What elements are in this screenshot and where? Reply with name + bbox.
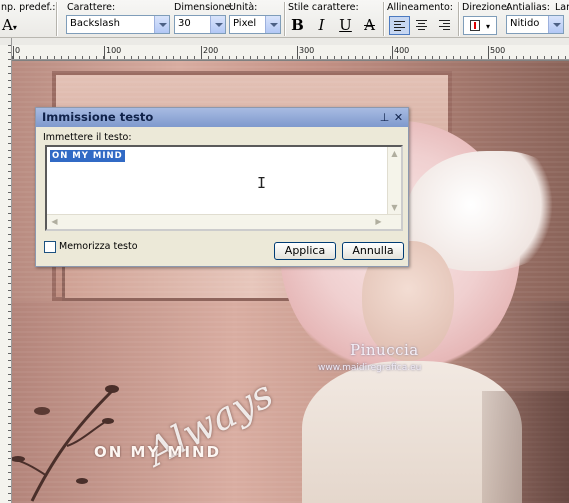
ruler-tick bbox=[392, 46, 393, 59]
font-style-label: Stile carattere: bbox=[288, 2, 359, 13]
italic-button[interactable]: I bbox=[311, 16, 332, 35]
watermark-name: Pinuccia bbox=[350, 341, 419, 359]
ruler-mark: 400 bbox=[394, 46, 410, 55]
toolbar-separator bbox=[284, 2, 286, 36]
truncated-label: Lar bbox=[555, 2, 569, 13]
remember-text-label: Memorizza testo bbox=[59, 241, 138, 252]
toolbar-bottom-strip bbox=[0, 38, 569, 45]
text-tool-icon[interactable]: A▾ bbox=[2, 16, 17, 34]
strikethrough-button[interactable]: A bbox=[359, 16, 380, 35]
background-shadow bbox=[482, 391, 569, 503]
font-select-value: Backslash bbox=[70, 18, 120, 29]
art-caption-text: ON MY MIND bbox=[94, 443, 222, 461]
antialias-label: Antialias: bbox=[506, 2, 550, 13]
ruler-mark: 0 bbox=[15, 46, 21, 55]
units-select[interactable]: Pixel bbox=[229, 15, 281, 34]
align-right-button[interactable] bbox=[435, 16, 456, 35]
pin-icon[interactable]: ⊥ bbox=[378, 111, 391, 124]
close-icon[interactable]: ✕ bbox=[392, 111, 405, 124]
chevron-down-icon[interactable] bbox=[210, 16, 225, 33]
bold-button[interactable]: B bbox=[287, 16, 308, 35]
alignment-label: Allineamento: bbox=[387, 2, 453, 13]
chevron-down-icon[interactable] bbox=[548, 16, 563, 33]
vertical-ruler bbox=[0, 45, 12, 503]
chevron-down-icon[interactable]: ▾ bbox=[486, 17, 490, 36]
text-toolbar: np. predef.: A▾ Carattere: Backslash Dim… bbox=[0, 0, 569, 38]
toolbar-separator bbox=[56, 2, 58, 36]
antialias-select[interactable]: Nitido bbox=[506, 15, 564, 34]
ruler-tick bbox=[488, 46, 489, 59]
ruler-mark: 100 bbox=[106, 46, 122, 55]
scroll-right-icon[interactable]: ▶ bbox=[372, 215, 385, 228]
underline-button[interactable]: U bbox=[335, 16, 356, 35]
watermark-url: www.maidiregrafica.eu bbox=[318, 363, 422, 373]
cancel-button[interactable]: Annulla bbox=[342, 242, 404, 260]
size-select-value: 30 bbox=[178, 18, 191, 29]
remember-text-checkbox[interactable] bbox=[44, 241, 56, 253]
font-select[interactable]: Backslash bbox=[66, 15, 170, 34]
ruler-tick bbox=[13, 46, 14, 59]
ruler-mark: 300 bbox=[299, 46, 315, 55]
antialias-select-value: Nitido bbox=[510, 18, 540, 29]
font-label: Carattere: bbox=[67, 2, 116, 13]
scroll-left-icon[interactable]: ◀ bbox=[48, 215, 61, 228]
chevron-down-icon[interactable] bbox=[154, 16, 169, 33]
align-center-button[interactable] bbox=[412, 16, 433, 35]
selected-text: ON MY MIND bbox=[50, 150, 125, 162]
ruler-mark: 200 bbox=[203, 46, 219, 55]
dialog-title-bar[interactable]: Immissione testo bbox=[36, 108, 408, 127]
horizontal-scrollbar[interactable]: ◀ ▶ bbox=[47, 214, 401, 229]
horizontal-ruler bbox=[12, 45, 569, 60]
preset-label: np. predef.: bbox=[1, 2, 56, 13]
ruler-mark: 500 bbox=[490, 46, 506, 55]
text-prompt-label: Immettere il testo: bbox=[43, 132, 132, 143]
text-cursor-icon: I bbox=[257, 174, 267, 192]
text-direction-icon bbox=[470, 20, 480, 31]
scroll-up-icon[interactable]: ▲ bbox=[388, 147, 401, 160]
toolbar-separator bbox=[383, 2, 385, 36]
scroll-down-icon[interactable]: ▼ bbox=[388, 201, 401, 214]
branch-decoration bbox=[12, 385, 119, 502]
dialog-title: Immissione testo bbox=[42, 110, 154, 124]
ruler-tick bbox=[104, 46, 105, 59]
text-entry-field[interactable]: ON MY MIND I ▲ ▼ ◀ ▶ bbox=[45, 145, 403, 231]
vertical-scrollbar[interactable]: ▲ ▼ bbox=[387, 147, 401, 215]
direction-label: Direzione: bbox=[462, 2, 511, 13]
ruler-tick bbox=[201, 46, 202, 59]
text-entry-dialog: Immissione testo ⊥ ✕ Immettere il testo:… bbox=[35, 107, 409, 267]
toolbar-separator bbox=[458, 2, 460, 36]
chevron-down-icon[interactable] bbox=[265, 16, 280, 33]
ruler-tick bbox=[297, 46, 298, 59]
direction-select[interactable]: ▾ bbox=[463, 16, 497, 35]
size-select[interactable]: 30 bbox=[174, 15, 226, 34]
apply-button[interactable]: Applica bbox=[274, 242, 336, 260]
units-label: Unità: bbox=[229, 2, 258, 13]
size-label: Dimensione: bbox=[174, 2, 234, 13]
align-left-button[interactable] bbox=[389, 16, 410, 35]
units-select-value: Pixel bbox=[233, 18, 257, 29]
